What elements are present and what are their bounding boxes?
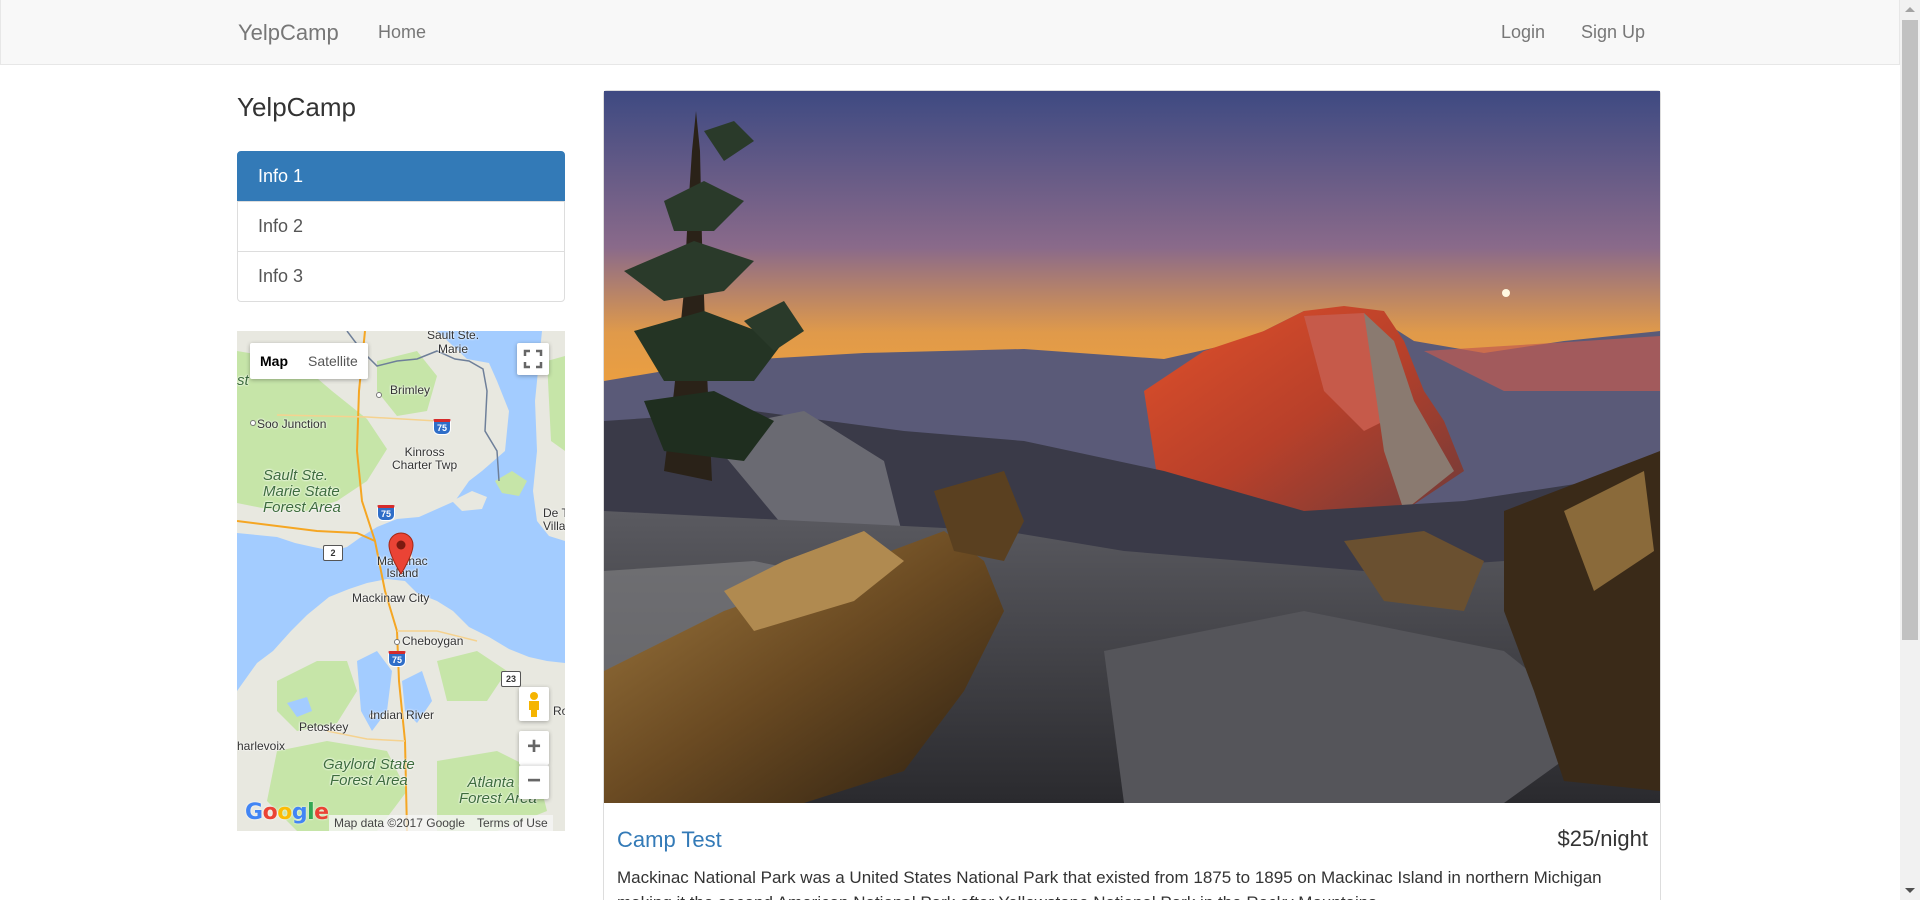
map-attribution: Map data ©2017 Google Terms of Use <box>329 815 553 831</box>
campground-price: $25/night <box>1557 826 1648 851</box>
map-label-soo-junction: Soo Junction <box>257 417 327 431</box>
campground-thumbnail: Camp Test $25/night Mackinac National Pa… <box>603 90 1661 900</box>
info-item-2[interactable]: Info 2 <box>237 201 565 252</box>
location-pin-icon[interactable] <box>387 531 415 575</box>
map-type-map-button[interactable]: Map <box>250 343 298 379</box>
map-label-de-tour: De ToVilla <box>543 506 565 533</box>
fullscreen-icon <box>523 349 543 369</box>
google-map[interactable]: Sault Ste. Marie Brimley Soo Junction Kin… <box>237 331 565 831</box>
map-label-cheboygan: Cheboygan <box>402 634 464 648</box>
map-label-petoskey: Petoskey <box>299 720 349 734</box>
interstate-75-shield-icon: 75 <box>433 419 451 435</box>
campground-name-link[interactable]: Camp Test <box>617 827 722 853</box>
map-label-gaylord: Gaylord State Forest Area <box>323 756 415 789</box>
sidebar-heading: YelpCamp <box>237 92 357 122</box>
zoom-in-button[interactable]: + <box>519 731 549 765</box>
scroll-down-arrow-icon[interactable] <box>1900 880 1920 900</box>
map-label-brimley: Brimley <box>390 383 431 397</box>
info-item-3[interactable]: Info 3 <box>237 251 565 302</box>
map-label-indian-river: Indian River <box>370 708 435 722</box>
nav-signup-link[interactable]: Sign Up <box>1581 22 1645 43</box>
map-type-control: Map Satellite <box>250 343 368 379</box>
street-view-button[interactable] <box>519 687 549 721</box>
map-terms-link[interactable]: Terms of Use <box>477 816 548 830</box>
half-dome-sunset-photo <box>604 91 1660 803</box>
zoom-out-button[interactable]: − <box>519 765 549 799</box>
map-type-satellite-button[interactable]: Satellite <box>298 343 368 379</box>
map-label-ro: Ro <box>553 704 565 718</box>
info-item-1[interactable]: Info 1 <box>237 151 565 202</box>
interstate-75-shield-icon: 75 <box>377 505 395 521</box>
map-label-state-forest: Sault Ste. Marie State Forest Area <box>263 467 341 516</box>
nav-home-link[interactable]: Home <box>378 22 426 43</box>
info-list: Info 1 Info 2 Info 3 <box>237 151 565 302</box>
campground-description: Mackinac National Park was a United Stat… <box>617 868 1602 900</box>
fullscreen-button[interactable] <box>517 343 549 375</box>
map-data-text: Map data ©2017 Google <box>334 816 465 830</box>
navbar: YelpCamp Home Login Sign Up <box>0 0 1900 65</box>
map-label-mackinaw-city: Mackinaw City <box>352 591 430 605</box>
map-label-st: st <box>237 372 249 389</box>
us-route-2-shield-icon: 2 <box>323 545 343 561</box>
scrollbar-thumb[interactable] <box>1902 20 1918 640</box>
scroll-up-arrow-icon[interactable] <box>1900 0 1920 20</box>
map-label-harlevoix: harlevoix <box>237 739 286 753</box>
route-23-shield-icon: 23 <box>501 671 521 687</box>
nav-login-link[interactable]: Login <box>1501 22 1545 43</box>
map-label-kinross: Kinross Charter Twp <box>392 445 458 472</box>
map-label-sault-ste-marie: Sault Ste. Marie <box>427 331 480 356</box>
page-scrollbar[interactable] <box>1900 0 1920 900</box>
pegman-icon <box>529 692 539 717</box>
campground-image <box>604 91 1660 803</box>
google-logo: Google <box>245 800 329 825</box>
navbar-brand[interactable]: YelpCamp <box>238 20 339 46</box>
interstate-75-shield-icon: 75 <box>388 651 406 667</box>
